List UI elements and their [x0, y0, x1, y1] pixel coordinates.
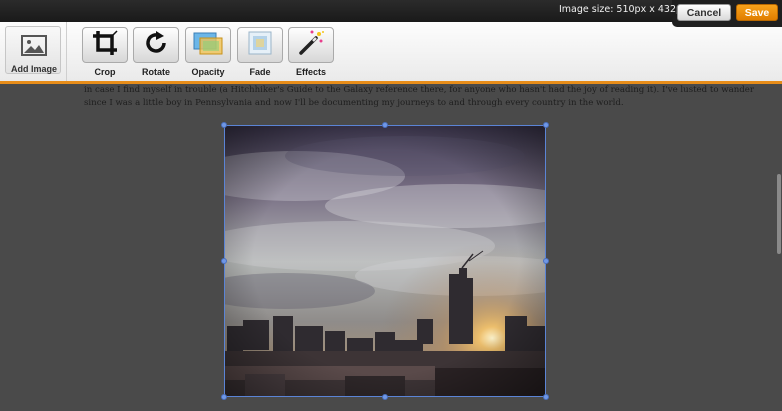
opacity-icon — [192, 30, 224, 61]
fade-button[interactable] — [237, 27, 283, 63]
add-image-label: Add Image — [10, 64, 57, 74]
resize-handle-top-right[interactable] — [543, 122, 549, 128]
article-line: since I was a little boy in Pennsylvania… — [84, 98, 624, 108]
cancel-button[interactable]: Cancel — [677, 4, 731, 21]
tool-crop[interactable]: Crop — [82, 27, 128, 84]
scrollbar[interactable] — [776, 84, 782, 411]
picture-icon — [21, 35, 47, 62]
tool-opacity[interactable]: Opacity — [185, 27, 231, 84]
image-toolbar: Add Image Crop Rotate Opacity Fade Effec… — [0, 22, 782, 84]
toolbar-notch — [672, 22, 782, 27]
add-image-box: Add Image — [5, 26, 61, 74]
add-image-button[interactable]: Add Image — [0, 22, 67, 81]
fade-icon — [246, 30, 274, 61]
resize-handle-bottom-right[interactable] — [543, 394, 549, 400]
crop-icon — [91, 29, 119, 62]
resize-handle-top-left[interactable] — [221, 122, 227, 128]
article-text: in case I find myself in trouble (a Hitc… — [84, 84, 754, 110]
opacity-button[interactable] — [185, 27, 231, 63]
scrollbar-thumb[interactable] — [777, 174, 781, 254]
effects-button[interactable] — [288, 27, 334, 63]
image-size-label: Image size: 510px x 432px — [559, 4, 688, 15]
tool-fade[interactable]: Fade — [237, 27, 283, 84]
magic-wand-icon — [297, 29, 325, 62]
resize-handle-bottom-left[interactable] — [221, 394, 227, 400]
rotate-button[interactable] — [133, 27, 179, 63]
tool-effects[interactable]: Effects — [288, 27, 334, 84]
resize-handle-right[interactable] — [543, 258, 549, 264]
article-line: in case I find myself in trouble (a Hitc… — [84, 85, 754, 95]
rotate-icon — [142, 29, 170, 62]
selected-image[interactable] — [224, 125, 546, 397]
save-button[interactable]: Save — [736, 4, 778, 21]
effects-label: Effects — [295, 67, 326, 77]
crop-button[interactable] — [82, 27, 128, 63]
resize-handle-bottom[interactable] — [382, 394, 388, 400]
resize-handle-left[interactable] — [221, 258, 227, 264]
city-sunset-photo — [225, 126, 545, 396]
resize-handle-top[interactable] — [382, 122, 388, 128]
tool-rotate[interactable]: Rotate — [133, 27, 179, 84]
